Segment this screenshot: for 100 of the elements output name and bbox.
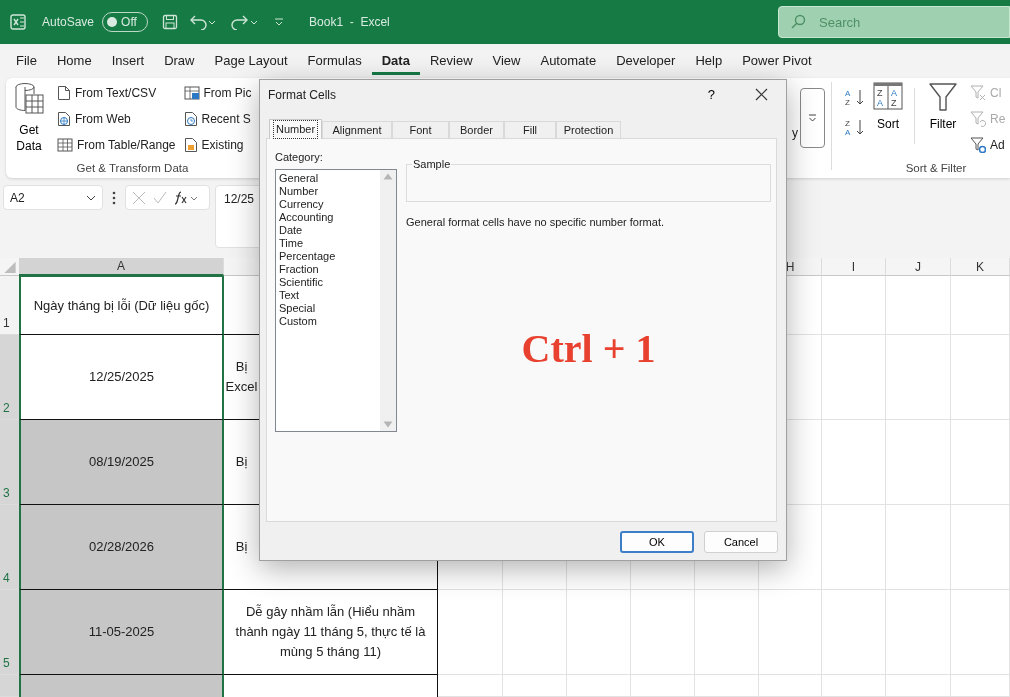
search-icon [790,14,806,30]
clear-filter-icon [970,85,986,101]
close-icon[interactable] [755,88,768,101]
cell-text: Bị [235,358,248,376]
ribbon-tab[interactable]: Automate [530,46,607,76]
scroll-up-icon[interactable] [383,172,393,180]
list-item[interactable]: Fraction [279,262,377,276]
row-header[interactable] [0,675,19,697]
group-label: Get & Transform Data [75,161,190,176]
row-header[interactable]: 4 [0,505,19,590]
list-item[interactable]: Number [279,184,377,198]
database-icon [13,82,45,116]
dialog-tab[interactable]: Alignment [322,121,392,138]
ribbon-button[interactable]: From Web [54,106,179,132]
list-item[interactable]: Date [279,223,377,237]
undo-icon[interactable] [188,14,217,30]
cancel-icon[interactable] [132,190,146,205]
dialog-tab[interactable]: Number [269,119,322,139]
ribbon-button[interactable]: From Pic [180,80,255,106]
table-cell[interactable] [19,675,224,697]
category-label: Category: [275,150,324,165]
ribbon-tab[interactable]: Review [419,46,483,76]
document-icon [57,85,71,101]
list-item[interactable]: Scientific [279,275,377,289]
table-icon [57,138,73,152]
list-item[interactable]: Currency [279,197,377,211]
dialog-tab[interactable]: Fill [504,121,556,138]
ribbon-tab[interactable]: Power Pivot [732,46,822,76]
table-cell[interactable]: 11-05-2025 [19,590,224,675]
reapply-filter-icon [970,111,986,127]
redo-icon[interactable] [230,14,259,30]
description-text: General format cells have no specific number format. [406,215,665,230]
insert-function-icon[interactable] [174,190,200,205]
spreadsheet-icon[interactable] [10,14,26,30]
ribbon-button[interactable]: Recent S [180,106,255,132]
search-field[interactable]: Search [778,6,1010,38]
cell-text: Bị [235,453,248,471]
save-icon[interactable] [162,14,179,30]
ribbon-tab[interactable]: File [6,46,47,76]
enter-icon[interactable] [153,190,167,205]
customize-icon[interactable] [274,17,285,27]
sort-button[interactable]: Z A A Z Sort [868,78,908,158]
table-cell[interactable]: 02/28/2026 [19,505,224,590]
dialog-tab[interactable]: Font [392,121,449,138]
picture-table-icon [183,86,200,100]
clock-document-icon [183,111,198,127]
ribbon-button[interactable]: From Table/Range [54,132,179,158]
more-options-icon[interactable] [112,191,116,205]
column-header[interactable]: K [951,258,1010,276]
ribbon-tab[interactable]: Formulas [297,46,372,76]
list-item[interactable]: Accounting [279,210,377,224]
table-cell[interactable]: 12/25/2025 [19,335,224,420]
list-item[interactable]: General [279,171,377,185]
table-cell[interactable]: Ngày tháng bị lỗi (Dữ liệu gốc) [19,276,224,335]
name-box[interactable]: A2 [3,185,103,210]
list-item[interactable]: Time [279,236,377,250]
dialog-title: Format Cells [268,86,336,104]
globe-document-icon [57,111,71,127]
dialog-tab[interactable]: Protection [556,121,621,138]
cell-text: Excel [225,378,258,396]
filter-button[interactable]: Filter [923,78,963,158]
list-item[interactable]: Percentage [279,249,377,263]
advanced-filter-icon [970,137,986,153]
gallery-more-button[interactable] [800,88,825,148]
table-cell[interactable]: Dễ gây nhầm lẫn (Hiểu nhầm thành ngày 11 tháng 5, thực tế là mùng 5 tháng 11) [224,590,438,675]
dialog-tab[interactable]: Border [449,121,504,138]
ribbon-tab[interactable]: Home [46,46,102,76]
row-header[interactable]: 5 [0,590,19,675]
more-icon [808,114,817,122]
get-data-button[interactable]: Get Data [6,78,52,158]
row-header[interactable]: 3 [0,420,19,505]
ribbon-button[interactable]: Ad [967,132,1009,158]
document-title: Book1 - Excel [309,14,390,31]
ribbon-label: y [792,125,798,142]
list-item[interactable]: Text [279,288,377,302]
chevron-down-icon [86,194,96,201]
ribbon-tab[interactable]: Page Layout [204,46,298,76]
list-item[interactable]: Custom [279,314,377,328]
ribbon-tab[interactable]: Data [371,46,420,76]
ribbon-tab[interactable]: View [482,46,531,76]
group-label: Sort & Filter [904,161,968,176]
ribbon-tab[interactable]: Draw [154,46,205,76]
table-cell[interactable]: 08/19/2025 [19,420,224,505]
ok-button[interactable]: OK [620,531,694,553]
ribbon-tab[interactable]: Help [685,46,733,76]
formula-text: 12/25 [224,192,255,206]
ribbon-button[interactable]: Existing [180,132,255,158]
ribbon-tab[interactable]: Developer [606,46,686,76]
column-header[interactable]: J [886,258,951,276]
column-header[interactable]: A [19,258,224,276]
category-list[interactable]: General Number Currency Accounting Date Time Percentage Fraction Scientific Text Special Custom [275,168,397,432]
ribbon-tab[interactable]: Insert [101,46,155,76]
sort-icon: Z A A Z [873,82,903,110]
ribbon-button[interactable]: From Text/CSV [54,80,179,106]
list-item[interactable]: Special [279,301,377,315]
table-cell[interactable] [224,675,438,697]
help-button[interactable]: ? [703,84,719,105]
cancel-button[interactable]: Cancel [704,531,778,553]
column-header[interactable]: I [822,258,886,276]
row-header[interactable]: 2 [0,335,19,420]
